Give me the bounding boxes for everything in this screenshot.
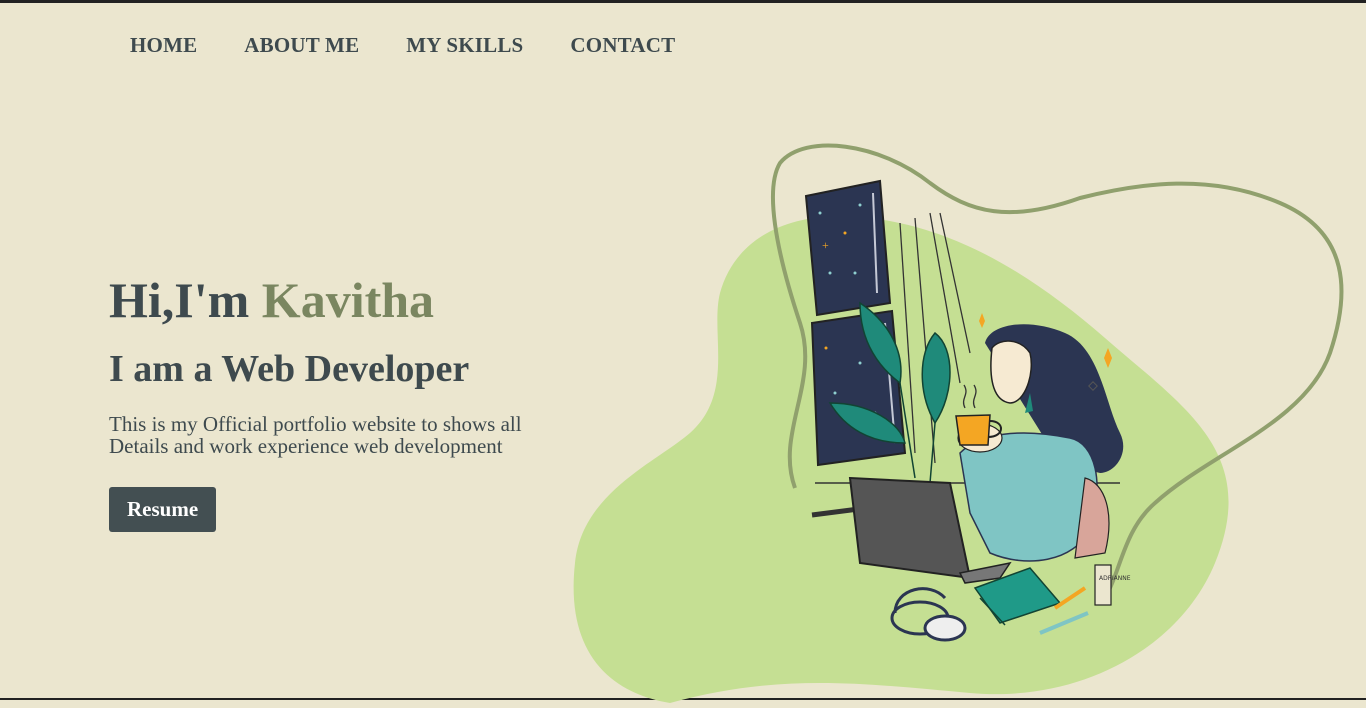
resume-button[interactable]: Resume bbox=[109, 487, 217, 532]
svg-text:+: + bbox=[822, 238, 829, 252]
hero-section: Hi,I'm Kavitha I am a Web Developer This… bbox=[109, 271, 579, 532]
main-nav: HOME ABOUT ME MY SKILLS CONTACT bbox=[130, 33, 722, 58]
nav-home-link[interactable]: HOME bbox=[130, 33, 197, 58]
book-text: ADRIANNE bbox=[1099, 575, 1131, 582]
hero-illustration: + ADRIANNE bbox=[560, 133, 1360, 704]
nav-contact-link[interactable]: CONTACT bbox=[570, 33, 675, 58]
hero-description: This is my Official portfolio website to… bbox=[109, 412, 522, 458]
hero-role: I am a Web Developer bbox=[109, 348, 470, 390]
greeting-text: Hi,I'm bbox=[109, 272, 262, 328]
nav-about-link[interactable]: ABOUT ME bbox=[244, 33, 359, 58]
hero-heading: Hi,I'm Kavitha bbox=[109, 271, 579, 329]
nav-skills-link[interactable]: MY SKILLS bbox=[406, 33, 523, 58]
hero-name: Kavitha bbox=[261, 272, 435, 328]
